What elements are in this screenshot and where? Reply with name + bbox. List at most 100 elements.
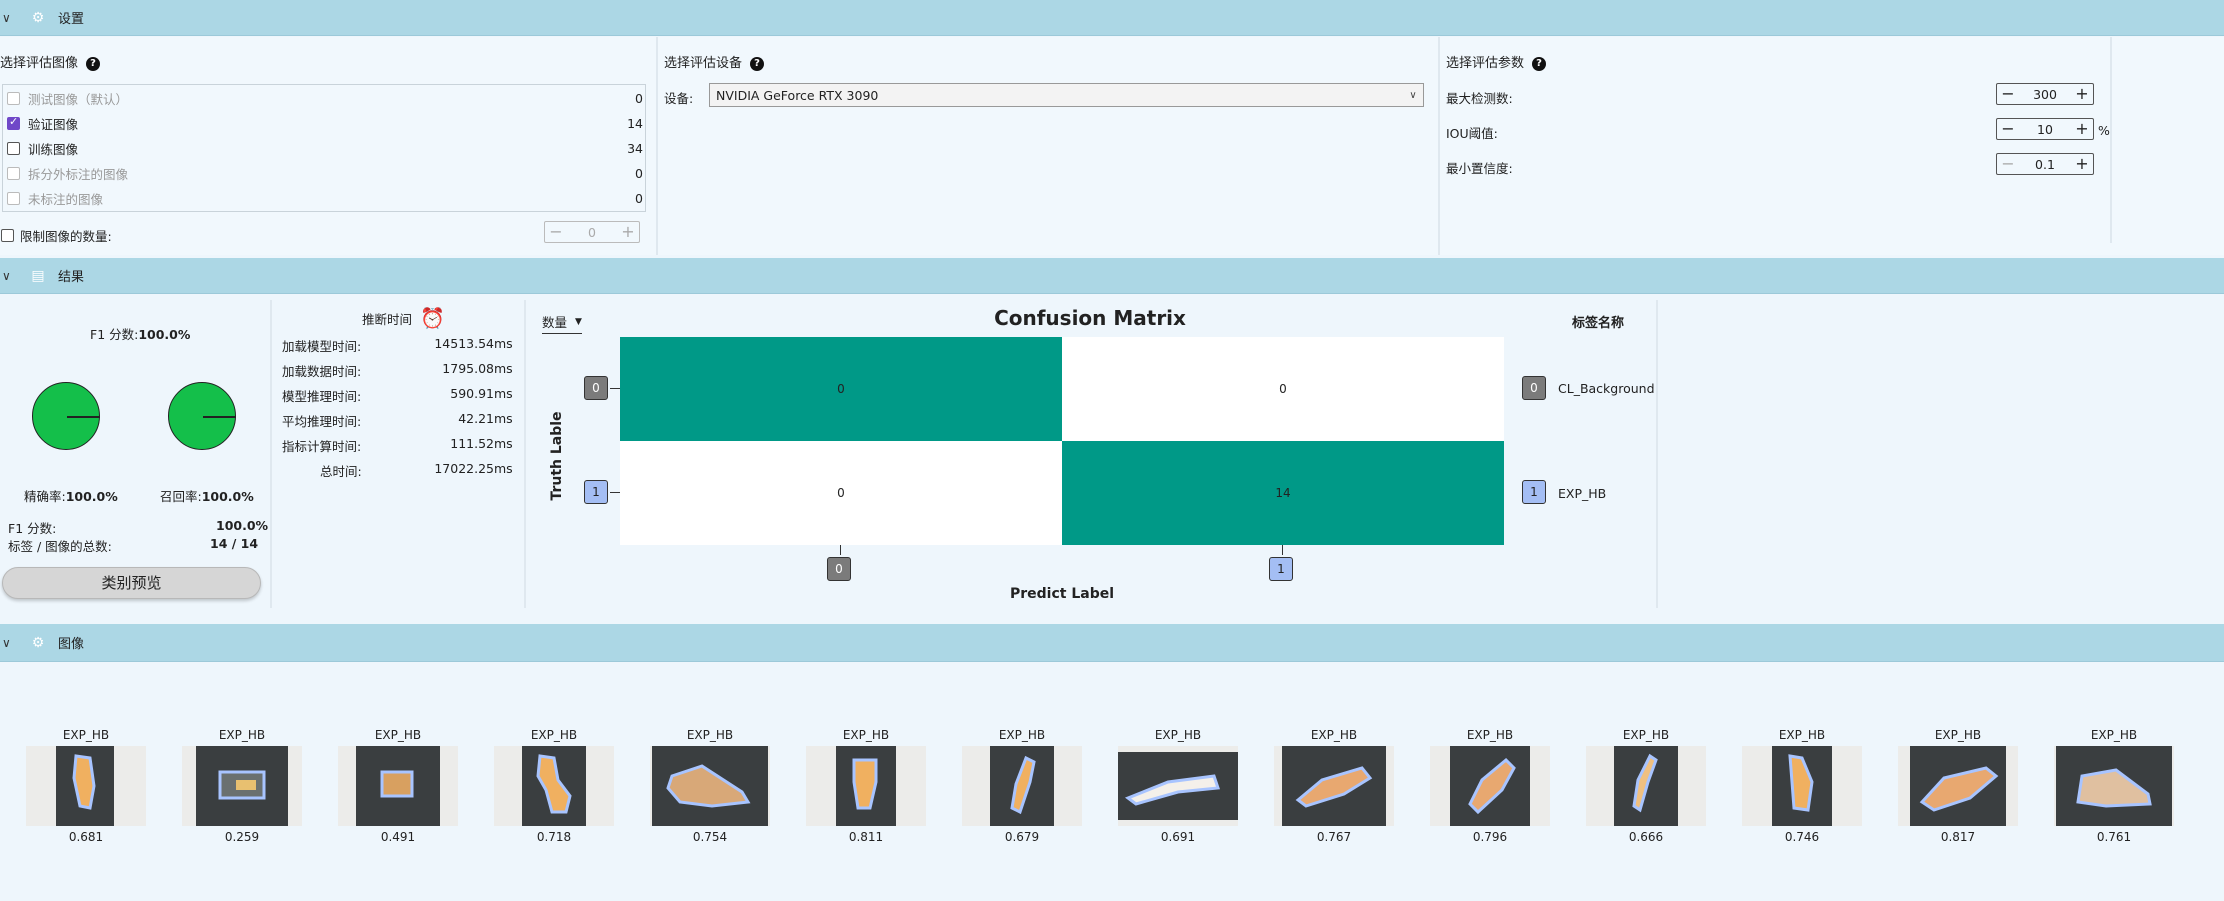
iou-threshold-stepper[interactable]: − 10 +	[1996, 118, 2094, 140]
plus-icon[interactable]: +	[617, 222, 639, 242]
recall-metric: 召回率:100.0%	[160, 489, 254, 504]
max-detections-stepper[interactable]: − 300 +	[1996, 83, 2094, 105]
precision-gauge	[32, 382, 100, 450]
max-detections-label: 最大检测数:	[1446, 91, 1513, 106]
thumbnail-image	[356, 746, 440, 826]
plus-icon[interactable]: +	[2071, 119, 2093, 139]
minus-icon[interactable]: −	[1997, 119, 2019, 139]
plus-icon[interactable]: +	[2071, 154, 2093, 174]
legend-tag: 1	[1522, 480, 1546, 504]
thumbnail-image	[1450, 746, 1530, 826]
list-item[interactable]: 训练图像 34	[7, 136, 643, 161]
thumbnail-image	[1118, 752, 1238, 820]
gallery-section-header[interactable]: ∨ ⚙ 图像	[0, 624, 2224, 662]
minus-icon[interactable]: −	[1997, 84, 2019, 104]
row-class-tag: 1	[584, 480, 608, 504]
timing-row: 指标计算时间: 111.52 ms	[282, 436, 513, 454]
legend-label: EXP_HB	[1558, 486, 1607, 501]
matrix-cell: 0	[620, 441, 1062, 545]
list-item[interactable]: 验证图像 14	[7, 111, 643, 136]
f1-label: F1 分数:	[8, 521, 57, 536]
thumbnail-image	[1282, 746, 1386, 826]
thumbnail-image	[522, 746, 586, 826]
checkbox[interactable]	[7, 115, 20, 130]
image-source-list: 测试图像（默认） 0 验证图像 14 训练图像 34 拆分外标注的图像 0 未标…	[2, 84, 646, 212]
column-divider	[1656, 300, 1658, 608]
minus-icon[interactable]: −	[545, 222, 567, 242]
total-label: 标签 / 图像的总数:	[8, 539, 112, 554]
settings-section-title: 设置	[58, 12, 85, 27]
matrix-cell: 14	[1062, 441, 1504, 545]
collapse-chevron-icon[interactable]: ∨	[2, 11, 16, 25]
help-icon[interactable]: ?	[1532, 56, 1547, 71]
thumbnail-image	[56, 746, 114, 826]
inference-time-heading: 推断时间 ⏰	[362, 306, 445, 330]
collapse-chevron-icon[interactable]: ∨	[2, 636, 16, 650]
matrix-cell: 0	[620, 337, 1062, 441]
alarm-clock-icon: ⏰	[420, 306, 445, 330]
list-item[interactable]: 测试图像（默认） 0	[7, 86, 643, 111]
results-section-header[interactable]: ∨ ▤ 结果	[0, 258, 2224, 294]
x-axis-label: Predict Label	[1009, 586, 1115, 602]
gallery-section-title: 图像	[58, 637, 85, 652]
col-class-tag: 0	[827, 557, 851, 581]
min-confidence-stepper[interactable]: − 0.1 +	[1996, 153, 2094, 175]
collapse-chevron-icon[interactable]: ∨	[2, 269, 16, 283]
chevron-down-icon: ∨	[1409, 89, 1417, 101]
limit-images-toggle[interactable]: 限制图像的数量:	[1, 226, 112, 245]
thumbnail-image	[2056, 746, 2172, 826]
column-divider	[2110, 37, 2112, 243]
column-divider	[1438, 37, 1440, 255]
legend-tag: 0	[1522, 376, 1546, 400]
min-confidence-label: 最小置信度:	[1446, 161, 1513, 176]
col-class-tag: 1	[1269, 557, 1293, 581]
params-heading: 选择评估参数?	[1446, 52, 1547, 71]
thumbnail-image	[990, 746, 1054, 826]
timing-row: 加载数据时间: 1795.08 ms	[282, 361, 513, 379]
thumbnail-image	[1910, 746, 2006, 826]
matrix-title: Confusion Matrix	[994, 306, 1186, 330]
document-icon: ▤	[31, 267, 45, 284]
list-item[interactable]: 未标注的图像 0	[7, 186, 643, 211]
class-preview-button[interactable]: 类别预览	[2, 567, 261, 599]
y-axis-label: Truth Lable	[549, 411, 565, 501]
iou-unit: %	[2098, 123, 2110, 138]
image-selection-heading: 选择评估图像?	[0, 52, 101, 71]
checkbox[interactable]	[7, 92, 20, 105]
timing-row: 平均推理时间: 42.21 ms	[282, 411, 513, 429]
settings-section-header[interactable]: ∨ ⚙ 设置	[0, 0, 2224, 36]
thumbnail-image	[1772, 746, 1832, 826]
help-icon[interactable]: ?	[86, 56, 101, 71]
row-tick	[610, 388, 620, 389]
matrix-mode-select[interactable]: 数量 ▼	[542, 312, 582, 334]
row-tick	[610, 492, 620, 493]
thumbnail-image	[836, 746, 896, 826]
col-tick	[840, 545, 841, 555]
device-select[interactable]: NVIDIA GeForce RTX 3090 ∨	[709, 83, 1424, 107]
column-divider	[270, 300, 272, 608]
minus-icon[interactable]: −	[1997, 154, 2019, 174]
limit-checkbox[interactable]	[1, 229, 14, 242]
results-section-title: 结果	[58, 270, 85, 285]
list-item[interactable]: 拆分外标注的图像 0	[7, 161, 643, 186]
gear-icon: ⚙	[31, 634, 45, 651]
checkbox[interactable]	[7, 142, 20, 155]
settings-panel: 选择评估图像? 测试图像（默认） 0 验证图像 14 训练图像 34 拆分外标注…	[0, 37, 2224, 255]
thumbnail-image	[652, 746, 768, 826]
timing-row: 模型推理时间: 590.91 ms	[282, 386, 513, 404]
device-label: 设备:	[664, 91, 694, 106]
timing-row: 加载模型时间: 14513.54 ms	[282, 336, 513, 354]
precision-metric: 精确率:100.0%	[24, 489, 118, 504]
total-value: 14 / 14	[210, 536, 259, 551]
column-divider	[524, 300, 526, 608]
f1-value: 100.0%	[216, 518, 269, 533]
checkbox[interactable]	[7, 192, 20, 205]
plus-icon[interactable]: +	[2071, 84, 2093, 104]
legend-label: CL_Background	[1558, 381, 1655, 396]
limit-stepper[interactable]: − 0 +	[544, 221, 640, 243]
help-icon[interactable]: ?	[750, 56, 765, 71]
recall-gauge	[168, 382, 236, 450]
device-heading: 选择评估设备?	[664, 52, 765, 71]
col-tick	[1282, 545, 1283, 555]
checkbox[interactable]	[7, 167, 20, 180]
